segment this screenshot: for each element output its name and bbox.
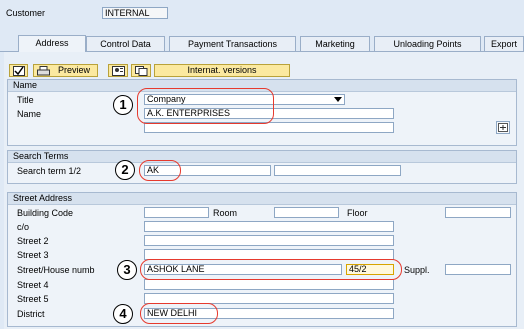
- check-icon: [13, 66, 25, 76]
- street-2-label: Street 2: [17, 236, 49, 246]
- street-house-label: Street/House numb: [17, 265, 95, 275]
- search-term-label: Search term 1/2: [17, 166, 82, 176]
- building-code-field[interactable]: [144, 207, 209, 218]
- copy-icon: [135, 66, 148, 76]
- district-label: District: [17, 309, 45, 319]
- expand-icon: [498, 123, 508, 132]
- tab-payment-transactions[interactable]: Payment Transactions: [169, 36, 296, 51]
- name-label: Name: [17, 109, 42, 119]
- street-4-label: Street 4: [17, 280, 49, 290]
- street-4-field[interactable]: [144, 279, 394, 290]
- co-field[interactable]: [144, 221, 394, 232]
- street-2-field[interactable]: [144, 235, 394, 246]
- tab-export[interactable]: Export: [484, 36, 524, 51]
- room-label: Room: [213, 208, 238, 218]
- tab-address[interactable]: Address: [18, 35, 86, 52]
- street-address-heading: Street Address: [13, 193, 73, 203]
- address-book-icon: [112, 66, 125, 76]
- name-group-heading: Name: [13, 80, 38, 90]
- co-label: c/o: [17, 222, 30, 232]
- address-copy-button[interactable]: [108, 64, 128, 77]
- preview-label: Preview: [58, 65, 91, 75]
- floor-label: Floor: [347, 208, 368, 218]
- highlight-street: [140, 259, 402, 280]
- highlight-search-term: [139, 160, 181, 181]
- check-button[interactable]: [9, 64, 28, 77]
- step-marker-4: 4: [113, 304, 133, 324]
- copy-button[interactable]: [131, 64, 151, 77]
- title-label: Title: [17, 95, 34, 105]
- more-fields-button[interactable]: [496, 121, 510, 134]
- customer-label: Customer: [6, 8, 46, 18]
- tab-control-data[interactable]: Control Data: [86, 36, 165, 51]
- highlight-title-name: [137, 88, 274, 124]
- search-terms-heading: Search Terms: [13, 151, 69, 161]
- step-marker-3: 3: [117, 260, 137, 280]
- street-5-label: Street 5: [17, 294, 49, 304]
- tab-marketing[interactable]: Marketing: [300, 36, 370, 51]
- international-versions-button[interactable]: Internat. versions: [154, 64, 290, 77]
- chevron-down-icon[interactable]: [334, 97, 342, 102]
- floor-field[interactable]: [445, 207, 511, 218]
- supplement-label: Suppl.: [404, 265, 430, 275]
- search-term-2-field[interactable]: [274, 165, 401, 176]
- room-field[interactable]: [274, 207, 339, 218]
- customer-field[interactable]: INTERNAL: [102, 7, 168, 19]
- step-marker-1: 1: [113, 95, 133, 115]
- preview-button[interactable]: Preview: [33, 64, 98, 77]
- highlight-district: [140, 303, 218, 324]
- supplement-field[interactable]: [445, 264, 511, 275]
- street-3-label: Street 3: [17, 250, 49, 260]
- building-code-label: Building Code: [17, 208, 74, 218]
- printer-icon: [37, 66, 50, 76]
- step-marker-2: 2: [115, 160, 135, 180]
- tab-unloading-points[interactable]: Unloading Points: [374, 36, 481, 51]
